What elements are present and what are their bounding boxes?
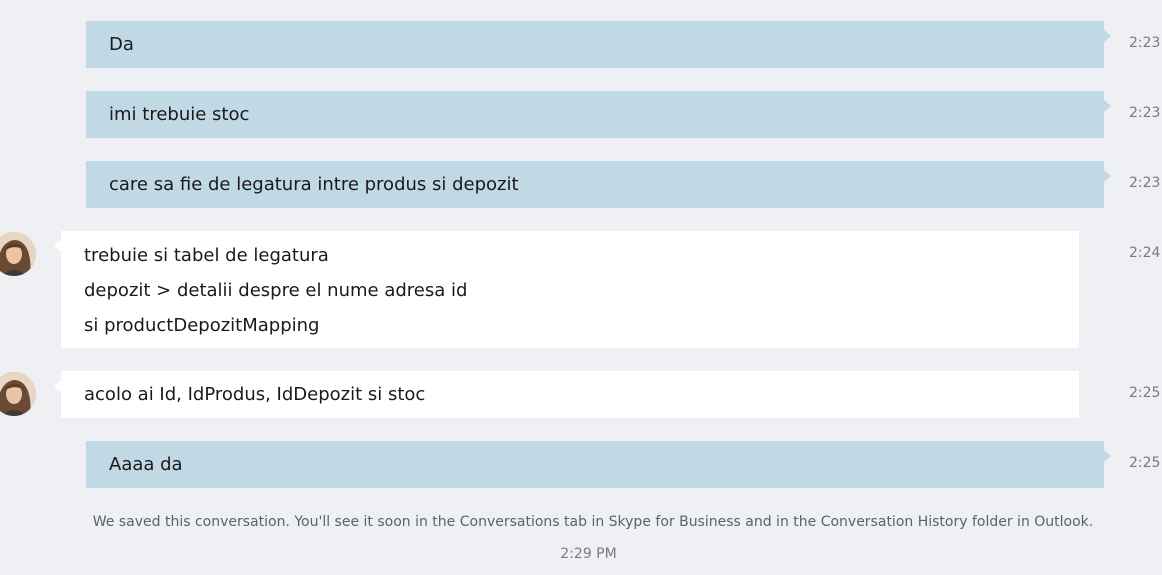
message-text: care sa fie de legatura intre produs si … xyxy=(109,174,519,195)
message-bubble-outgoing[interactable]: care sa fie de legatura intre produs si … xyxy=(86,161,1111,208)
bubble-tail xyxy=(1104,30,1111,42)
message-bubble-incoming[interactable]: acolo ai Id, IdProdus, IdDepozit si stoc xyxy=(54,371,1079,418)
message-timestamp: 2:23 xyxy=(1129,175,1161,191)
message-timestamp: 2:23 xyxy=(1129,105,1161,121)
message-text-line: si productDepozitMapping xyxy=(84,315,320,336)
message-bubble-outgoing[interactable]: Aaaa da xyxy=(86,441,1111,488)
message-timestamp: 2:25 xyxy=(1129,455,1161,471)
message-timestamp: 2:25 xyxy=(1129,385,1161,401)
message-text: Aaaa da xyxy=(109,454,183,475)
bubble-tail xyxy=(1104,100,1111,112)
message-text-line: trebuie si tabel de legatura xyxy=(84,245,329,266)
avatar-image xyxy=(0,372,36,416)
message-bubble-outgoing[interactable]: Da xyxy=(86,21,1111,68)
conversation-end-time: 2:29 PM xyxy=(560,546,617,562)
bubble-tail xyxy=(1104,170,1111,182)
message-text-line: depozit > detalii despre el nume adresa … xyxy=(84,280,468,301)
bubble-tail xyxy=(54,240,61,252)
conversation-saved-notice: We saved this conversation. You'll see i… xyxy=(92,514,1094,530)
bubble-tail xyxy=(1104,450,1111,462)
message-text: imi trebuie stoc xyxy=(109,104,250,125)
message-timestamp: 2:24 xyxy=(1129,245,1161,261)
message-bubble-outgoing[interactable]: imi trebuie stoc xyxy=(86,91,1111,138)
message-text: Da xyxy=(109,34,134,55)
avatar-image xyxy=(0,232,36,276)
contact-avatar[interactable] xyxy=(0,232,36,276)
message-bubble-incoming[interactable]: trebuie si tabel de legatura depozit > d… xyxy=(54,231,1079,348)
message-text: acolo ai Id, IdProdus, IdDepozit si stoc xyxy=(84,384,426,405)
bubble-tail xyxy=(54,380,61,392)
contact-avatar[interactable] xyxy=(0,372,36,416)
message-timestamp: 2:23 xyxy=(1129,35,1161,51)
